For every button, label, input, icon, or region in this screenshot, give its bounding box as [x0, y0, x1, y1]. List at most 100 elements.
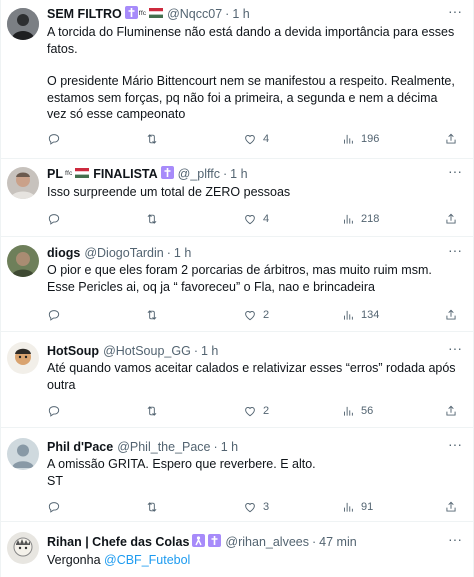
like-count: 3	[263, 501, 270, 513]
cross-icon	[160, 166, 174, 182]
tweet-1[interactable]: SEM FILTRO ᶠᶠᶜ @Nqcc07 · 1 h ··· A torci…	[1, 0, 473, 159]
reply-icon[interactable]	[47, 307, 61, 323]
like-count: 4	[263, 133, 270, 145]
views-count: 134	[361, 309, 380, 321]
display-name[interactable]: Rihan | Chefe das Colas	[47, 535, 189, 549]
avatar[interactable]	[7, 245, 39, 277]
tweet-4[interactable]: HotSoup @HotSoup_GG · 1 h ··· Até quando…	[1, 332, 473, 428]
like-icon[interactable]: 4	[243, 211, 269, 227]
display-name[interactable]: diogs	[47, 246, 80, 260]
action-bar: 4 196	[47, 131, 459, 147]
retweet-icon[interactable]	[145, 131, 159, 147]
reply-icon[interactable]	[47, 403, 61, 419]
views-icon[interactable]: 218	[341, 211, 379, 227]
views-count: 91	[361, 501, 374, 513]
like-icon[interactable]: 4	[243, 131, 269, 147]
views-icon[interactable]: 196	[341, 131, 379, 147]
tweet-6[interactable]: Rihan | Chefe das Colas @rihan_alvees · …	[1, 522, 473, 577]
mention-link[interactable]: @CBF_Futebol	[104, 553, 190, 567]
like-icon[interactable]: 3	[243, 499, 269, 515]
display-name[interactable]: SEM FILTRO	[47, 7, 122, 21]
retweet-icon[interactable]	[145, 499, 159, 515]
reply-icon[interactable]	[47, 131, 61, 147]
tweet-text: Vergonha @CBF_Futebol	[47, 552, 459, 569]
like-count: 2	[263, 309, 270, 321]
timestamp[interactable]: 1 h	[230, 167, 247, 181]
avatar[interactable]	[7, 167, 39, 199]
more-icon[interactable]: ···	[447, 4, 463, 22]
tweet-text: A omissão GRITA. Espero que reverbere. E…	[47, 457, 316, 488]
separator-dot: ·	[312, 535, 317, 549]
separator-dot: ·	[193, 344, 198, 358]
more-icon[interactable]: ···	[447, 532, 463, 550]
action-bar: 2 134	[47, 307, 459, 323]
tweet-2[interactable]: PL ᶠᶠᶜ FINALISTA @_plffc · 1 h ··· Isso …	[1, 159, 473, 237]
avatar[interactable]	[7, 8, 39, 40]
share-icon[interactable]	[444, 403, 458, 419]
share-icon[interactable]	[444, 211, 458, 227]
reply-icon[interactable]	[47, 499, 61, 515]
tweet-text: A torcida do Fluminense não está dando a…	[47, 25, 455, 121]
cross-icon	[208, 534, 222, 550]
user-handle[interactable]: @DiogoTardin	[84, 246, 163, 260]
user-handle[interactable]: @_plffc	[178, 167, 220, 181]
timestamp[interactable]: 1 h	[232, 7, 249, 21]
badge-text: ᶠᶠᶜ	[64, 169, 73, 179]
action-bar: 4 218	[47, 211, 459, 227]
like-icon[interactable]: 2	[243, 307, 269, 323]
separator-dot: ·	[222, 167, 228, 181]
avatar[interactable]	[7, 532, 39, 564]
tweet-text: Isso surpreende um total de ZERO pessoas	[47, 185, 291, 199]
more-icon[interactable]: ···	[447, 243, 463, 261]
retweet-icon[interactable]	[145, 307, 159, 323]
timestamp[interactable]: 1 h	[221, 440, 238, 454]
tweet-5[interactable]: Phil d'Pace @Phil_the_Pace · 1 h ··· A o…	[1, 428, 473, 522]
share-icon[interactable]	[444, 131, 458, 147]
like-count: 2	[263, 405, 270, 417]
avatar[interactable]	[7, 438, 39, 470]
share-icon[interactable]	[444, 499, 458, 515]
user-handle[interactable]: @Phil_the_Pace	[117, 440, 210, 454]
user-handle[interactable]: @HotSoup_GG	[103, 344, 191, 358]
share-icon[interactable]	[444, 307, 458, 323]
display-name[interactable]: PL	[47, 167, 63, 181]
views-icon[interactable]: 134	[341, 307, 379, 323]
badge-text: ᶠᶠᶜ	[138, 9, 147, 19]
display-name[interactable]: HotSoup	[47, 344, 99, 358]
user-handle[interactable]: @rihan_alvees	[225, 535, 309, 549]
views-icon[interactable]: 91	[341, 499, 373, 515]
cross-icon	[124, 6, 138, 22]
like-icon[interactable]: 2	[243, 403, 269, 419]
separator-dot: ·	[213, 440, 218, 454]
retweet-icon[interactable]	[145, 403, 159, 419]
more-icon[interactable]: ···	[447, 164, 463, 182]
views-count: 56	[361, 405, 374, 417]
tweet-text: O pior e que eles foram 2 porcarias de á…	[47, 263, 432, 294]
views-icon[interactable]: 56	[341, 403, 373, 419]
display-name[interactable]: Phil d'Pace	[47, 440, 113, 454]
flag-icon	[75, 167, 90, 181]
more-icon[interactable]: ···	[447, 437, 463, 455]
like-count: 4	[263, 213, 270, 225]
separator-dot: ·	[225, 7, 230, 21]
tweet-text-prefix: Vergonha	[47, 553, 104, 567]
user-handle[interactable]: @Nqcc07	[167, 7, 222, 21]
timestamp[interactable]: 47 min	[319, 535, 357, 549]
views-count: 218	[361, 213, 380, 225]
timestamp[interactable]: 1 h	[174, 246, 191, 260]
avatar[interactable]	[7, 342, 39, 374]
retweet-icon[interactable]	[145, 211, 159, 227]
views-count: 196	[361, 133, 380, 145]
reply-icon[interactable]	[47, 211, 61, 227]
more-icon[interactable]: ···	[447, 341, 463, 359]
timestamp[interactable]: 1 h	[201, 344, 218, 358]
display-name-suffix[interactable]: FINALISTA	[93, 167, 157, 181]
reply-feed: SEM FILTRO ᶠᶠᶜ @Nqcc07 · 1 h ··· A torci…	[0, 0, 474, 577]
tweet-text: Até quando vamos aceitar calados e relat…	[47, 361, 456, 392]
separator-dot: ·	[166, 246, 171, 260]
tweet-3[interactable]: diogs @DiogoTardin · 1 h ··· O pior e qu…	[1, 237, 473, 332]
action-bar: 2 56	[47, 403, 459, 419]
flag-icon	[149, 7, 164, 21]
action-bar: 3 91	[47, 499, 459, 515]
badge-icon	[192, 534, 206, 550]
